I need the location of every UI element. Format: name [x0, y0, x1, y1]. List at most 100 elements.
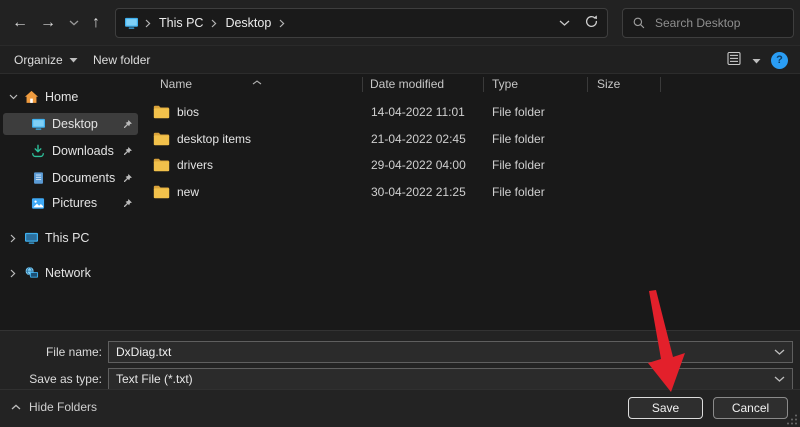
save-as-type-label: Save as type: — [29, 372, 102, 386]
up-button[interactable]: ↑ — [84, 12, 108, 34]
breadcrumb-desktop[interactable]: Desktop — [223, 16, 273, 30]
table-row[interactable]: bios 14-04-2022 11:01 File folder — [148, 99, 800, 126]
file-date-modified: 29-04-2022 04:00 — [371, 158, 466, 173]
recent-locations-button[interactable] — [62, 12, 86, 34]
sidebar-item-this-pc[interactable]: This PC — [3, 227, 138, 249]
downloads-icon — [30, 144, 46, 158]
navigation-toolbar: ← → ↑ This PC Desktop — [0, 0, 800, 46]
file-date-modified: 21-04-2022 02:45 — [371, 131, 466, 146]
pin-icon — [122, 146, 133, 157]
chevron-down-icon[interactable] — [774, 349, 785, 356]
help-button[interactable]: ? — [771, 51, 788, 69]
chevron-right-icon — [145, 19, 151, 28]
column-separator[interactable] — [660, 77, 661, 92]
file-name-combobox[interactable] — [108, 341, 793, 363]
chevron-down-icon — [69, 58, 78, 63]
column-header-name[interactable]: Name — [160, 74, 192, 95]
sidebar-item-home[interactable]: Home — [3, 86, 138, 108]
chevron-down-icon — [752, 59, 761, 64]
file-list: Name Date modified Type Size bios 14-04-… — [148, 74, 800, 330]
navigation-pane: Home Desktop Downloads Documents Picture… — [0, 74, 148, 330]
chevron-down-icon[interactable] — [3, 94, 23, 100]
sidebar-item-label: Pictures — [52, 196, 98, 210]
new-folder-button[interactable]: New folder — [93, 50, 150, 70]
sidebar-item-network[interactable]: Network — [3, 262, 138, 284]
search-box[interactable] — [622, 8, 794, 38]
bottom-bar: Hide Folders Save Cancel — [0, 389, 800, 427]
this-pc-icon — [125, 17, 138, 29]
column-header-size[interactable]: Size — [597, 74, 620, 95]
organize-menu-button[interactable]: Organize — [14, 50, 78, 70]
file-rows: bios 14-04-2022 11:01 File folder deskto… — [148, 99, 800, 205]
chevron-down-icon[interactable] — [774, 376, 785, 383]
forward-icon: → — [40, 14, 56, 31]
table-row[interactable]: desktop items 21-04-2022 02:45 File fold… — [148, 126, 800, 153]
chevron-right-icon[interactable] — [3, 269, 23, 278]
hide-folders-button[interactable]: Hide Folders — [11, 400, 97, 414]
refresh-button[interactable] — [584, 14, 599, 32]
file-name: new — [177, 184, 200, 199]
forward-button[interactable]: → — [36, 12, 60, 34]
save-as-type-value: Text File (*.txt) — [116, 372, 193, 386]
file-name-label: File name: — [45, 345, 102, 359]
content-area: Home Desktop Downloads Documents Picture… — [0, 74, 800, 330]
details-view-icon — [727, 51, 741, 66]
file-name-input[interactable] — [116, 345, 774, 359]
search-input[interactable] — [655, 16, 784, 30]
address-dropdown-button[interactable] — [559, 16, 570, 30]
desktop-icon — [30, 118, 46, 131]
file-type: File folder — [492, 158, 545, 173]
folder-icon — [153, 159, 170, 172]
view-dropdown-button[interactable] — [752, 53, 761, 67]
table-row[interactable]: new 30-04-2022 21:25 File folder — [148, 179, 800, 206]
sidebar-item-label: Home — [45, 90, 79, 104]
file-date-modified: 30-04-2022 21:25 — [371, 184, 466, 199]
column-separator[interactable] — [362, 77, 363, 92]
this-pc-icon — [23, 232, 39, 245]
file-type: File folder — [492, 105, 545, 120]
save-as-type-select[interactable]: Text File (*.txt) — [108, 368, 793, 390]
table-row[interactable]: drivers 29-04-2022 04:00 File folder — [148, 152, 800, 179]
resize-grip[interactable] — [786, 413, 798, 425]
sidebar-item-label: Downloads — [52, 144, 114, 158]
sidebar-item-pictures[interactable]: Pictures — [3, 192, 138, 214]
pictures-icon — [30, 197, 46, 210]
sidebar-item-desktop[interactable]: Desktop — [3, 113, 138, 135]
network-icon — [23, 266, 39, 280]
organize-label: Organize — [14, 53, 63, 67]
breadcrumb: This PC Desktop — [124, 16, 285, 30]
command-bar: Organize New folder ? — [0, 46, 800, 74]
folder-icon — [153, 106, 170, 119]
address-bar[interactable]: This PC Desktop — [115, 8, 608, 38]
help-icon: ? — [776, 54, 783, 66]
file-type: File folder — [492, 184, 545, 199]
sidebar-item-documents[interactable]: Documents — [3, 167, 138, 189]
file-name: drivers — [177, 158, 214, 173]
chevron-down-icon — [559, 20, 570, 26]
column-header-date-modified[interactable]: Date modified — [370, 74, 444, 95]
back-icon: ← — [12, 14, 28, 31]
chevron-right-icon[interactable] — [211, 19, 217, 28]
column-separator[interactable] — [587, 77, 588, 92]
breadcrumb-this-pc[interactable]: This PC — [157, 16, 205, 30]
change-view-button[interactable] — [726, 51, 742, 69]
column-header-type[interactable]: Type — [492, 74, 518, 95]
folder-icon — [153, 185, 170, 198]
sidebar-item-label: This PC — [45, 231, 90, 245]
sidebar-item-downloads[interactable]: Downloads — [3, 140, 138, 162]
new-folder-label: New folder — [93, 53, 151, 67]
file-date-modified: 14-04-2022 11:01 — [371, 105, 465, 120]
search-icon — [633, 17, 645, 29]
chevron-right-icon[interactable] — [279, 19, 285, 28]
up-icon: ↑ — [92, 14, 100, 31]
save-button[interactable]: Save — [628, 397, 703, 419]
file-type: File folder — [492, 131, 545, 146]
cancel-button[interactable]: Cancel — [713, 397, 788, 419]
chevron-right-icon[interactable] — [3, 234, 23, 243]
sidebar-item-label: Desktop — [52, 117, 98, 131]
back-button[interactable]: ← — [8, 12, 32, 34]
chevron-down-icon — [69, 20, 79, 26]
column-separator[interactable] — [483, 77, 484, 92]
file-name: desktop items — [177, 131, 252, 146]
hide-folders-label: Hide Folders — [29, 400, 98, 414]
